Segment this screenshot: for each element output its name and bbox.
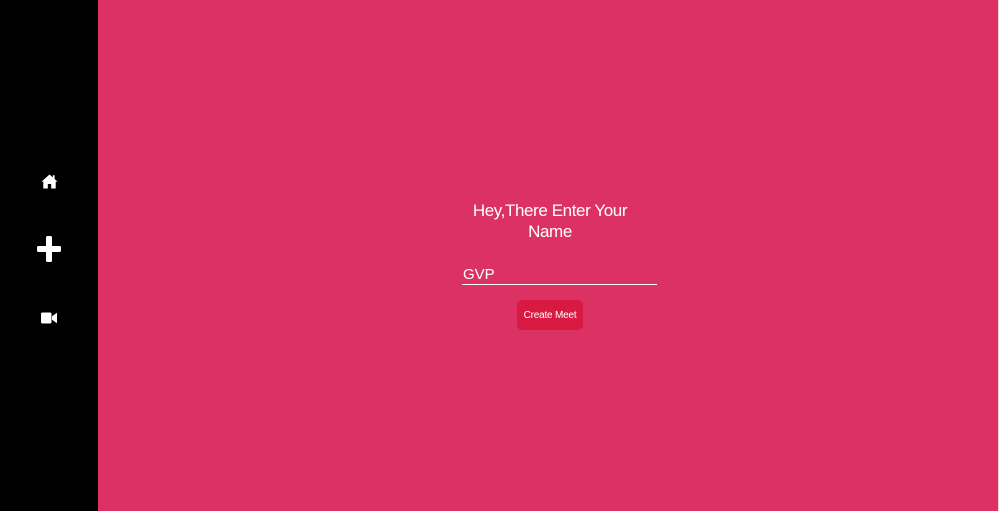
- page-title: Hey,There Enter Your Name: [472, 201, 628, 241]
- main-panel: Hey,There Enter Your Name Create Meet: [98, 0, 999, 511]
- video-camera-icon: [41, 312, 57, 324]
- sidebar-item-home[interactable]: [0, 170, 98, 192]
- create-meet-button[interactable]: Create Meet: [517, 300, 583, 330]
- sidebar-item-video[interactable]: [0, 308, 98, 328]
- app-window: Hey,There Enter Your Name Create Meet: [0, 0, 999, 511]
- name-input[interactable]: [462, 264, 657, 285]
- sidebar-item-create[interactable]: [0, 234, 98, 264]
- sidebar: [0, 0, 98, 511]
- home-icon: [41, 174, 58, 189]
- plus-icon: [37, 236, 61, 262]
- create-meet-form: Hey,There Enter Your Name Create Meet: [98, 0, 998, 511]
